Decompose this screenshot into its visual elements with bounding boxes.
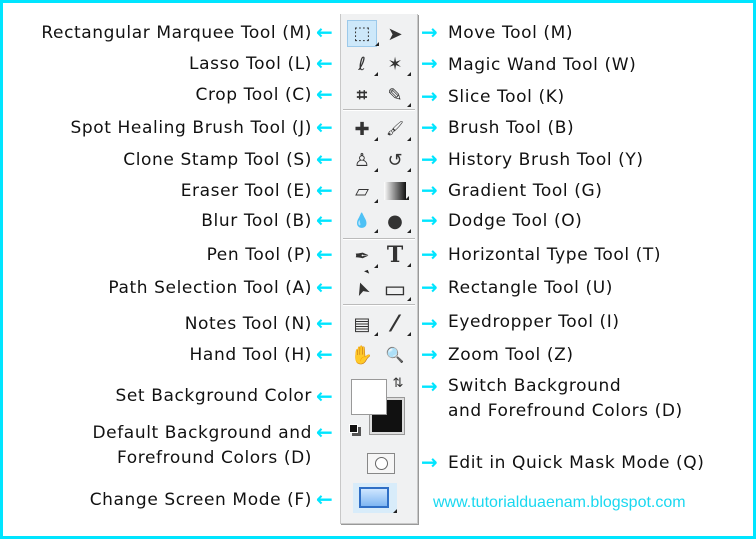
arrow-left-icon: ←: [316, 115, 333, 139]
toolbar-divider: [343, 304, 415, 306]
lasso-icon[interactable]: ℓ: [349, 52, 378, 76]
arrow-right-icon: →: [421, 275, 438, 299]
arrow-left-icon: ←: [316, 20, 333, 44]
arrow-right-icon: →: [421, 51, 438, 75]
label-switch-colors-1: Switch Background: [448, 376, 622, 396]
label-switch-colors-2: and Forefround Colors (D): [448, 401, 683, 421]
label-brush: Brush Tool (B): [448, 118, 575, 138]
arrow-right-icon: →: [421, 242, 438, 266]
arrow-right-icon: →: [421, 311, 438, 335]
label-default-colors-2: Forefround Colors (D): [117, 448, 312, 468]
eyedropper-icon[interactable]: ⁄: [382, 312, 411, 337]
label-move: Move Tool (M): [448, 23, 574, 43]
label-quick-mask: Edit in Quick Mask Mode (Q): [448, 453, 705, 473]
arrow-left-icon: ←: [316, 487, 333, 511]
arrow-right-icon: →: [421, 147, 438, 171]
label-magic-wand: Magic Wand Tool (W): [448, 55, 637, 75]
label-lasso: Lasso Tool (L): [189, 54, 312, 74]
arrow-right-icon: →: [421, 20, 438, 44]
arrow-right-icon: →: [421, 450, 438, 474]
label-hand: Hand Tool (H): [189, 345, 312, 365]
arrow-right-icon: →: [421, 374, 438, 398]
switch-colors-icon[interactable]: ⇅: [390, 375, 406, 391]
label-pen: Pen Tool (P): [206, 245, 312, 265]
type-icon[interactable]: T: [382, 242, 411, 268]
label-screen-mode: Change Screen Mode (F): [89, 490, 312, 510]
screen-mode-icon: [359, 487, 389, 508]
screen-mode-button[interactable]: [353, 483, 397, 513]
quick-mask-icon: [374, 457, 388, 470]
arrow-right-icon: →: [421, 208, 438, 232]
arrow-left-icon: ←: [316, 420, 333, 444]
arrow-left-icon: ←: [316, 342, 333, 366]
slice-icon[interactable]: ✎: [382, 83, 411, 107]
label-notes: Notes Tool (N): [184, 314, 312, 334]
default-colors-icon[interactable]: [349, 424, 358, 433]
clone-stamp-icon[interactable]: ♙: [349, 148, 378, 172]
arrow-left-icon: ←: [316, 147, 333, 171]
dodge-icon[interactable]: ●: [382, 209, 411, 233]
rectangle-icon[interactable]: ▭: [382, 275, 411, 303]
label-dodge: Dodge Tool (O): [448, 211, 583, 231]
label-rectangle: Rectangle Tool (U): [448, 278, 614, 298]
zoom-icon[interactable]: 🔍: [382, 343, 408, 367]
label-crop: Crop Tool (C): [195, 85, 312, 105]
crop-icon[interactable]: ⌗: [349, 83, 375, 107]
label-history-brush: History Brush Tool (Y): [448, 150, 644, 170]
label-eraser: Eraser Tool (E): [180, 181, 312, 201]
arrow-left-icon: ←: [316, 178, 333, 202]
arrow-left-icon: ←: [316, 82, 333, 106]
arrow-right-icon: →: [421, 178, 438, 202]
blur-icon[interactable]: 💧: [349, 209, 378, 233]
label-default-colors-1: Default Background and: [92, 423, 312, 443]
gradient-icon[interactable]: ▬: [384, 182, 409, 200]
notes-icon[interactable]: ▤: [349, 312, 378, 336]
label-blur: Blur Tool (B): [201, 211, 312, 231]
label-clone-stamp: Clone Stamp Tool (S): [123, 150, 312, 170]
magic-wand-icon[interactable]: ✶: [382, 52, 411, 76]
hand-icon[interactable]: ✋: [349, 343, 375, 367]
label-path-selection: Path Selection Tool (A): [108, 278, 312, 298]
quick-mask-button[interactable]: [367, 453, 395, 474]
label-eyedropper: Eyedropper Tool (I): [448, 312, 620, 332]
toolbar-divider: [343, 109, 415, 111]
label-rectangular-marquee: Rectangular Marquee Tool (M): [41, 23, 312, 43]
eraser-icon[interactable]: ▱: [349, 179, 378, 203]
label-horizontal-type: Horizontal Type Tool (T): [448, 245, 662, 265]
history-brush-icon[interactable]: ↺: [382, 148, 411, 172]
website-url[interactable]: www.tutorialduaenam.blogspot.com: [433, 494, 686, 512]
arrow-left-icon: ←: [316, 242, 333, 266]
pen-icon[interactable]: ✒: [349, 244, 378, 268]
label-zoom: Zoom Tool (Z): [448, 345, 574, 365]
foreground-color-swatch[interactable]: [351, 379, 387, 415]
arrow-right-icon: →: [421, 84, 438, 108]
toolbar-divider: [343, 238, 415, 240]
arrow-left-icon: ←: [316, 208, 333, 232]
spot-healing-icon[interactable]: ✚: [349, 117, 378, 141]
rectangular-marquee-icon[interactable]: ⬚: [347, 20, 379, 47]
arrow-left-icon: ←: [316, 51, 333, 75]
arrow-left-icon: ←: [316, 275, 333, 299]
label-set-background: Set Background Color: [115, 386, 312, 406]
arrow-right-icon: →: [421, 342, 438, 366]
arrow-right-icon: →: [421, 115, 438, 139]
brush-icon[interactable]: 🖌: [382, 117, 411, 141]
label-gradient: Gradient Tool (G): [448, 181, 603, 201]
move-tool-icon[interactable]: ➤: [382, 22, 408, 46]
label-slice: Slice Tool (K): [448, 87, 565, 107]
arrow-left-icon: ←: [316, 311, 333, 335]
label-spot-healing: Spot Healing Brush Tool (J): [70, 118, 312, 138]
arrow-left-icon: ←: [316, 384, 333, 408]
